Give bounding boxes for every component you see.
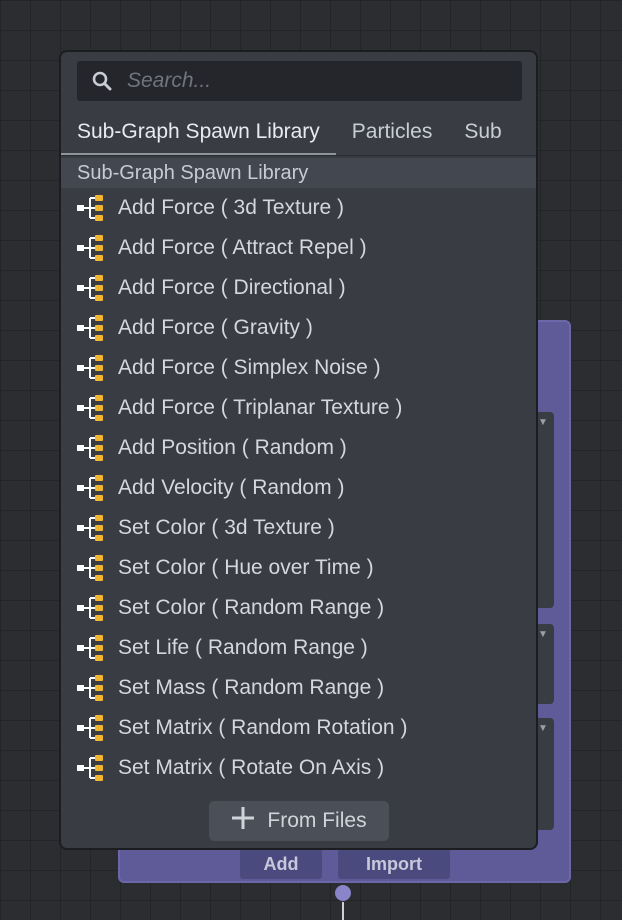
chevron-down-icon[interactable]: ▼ — [538, 724, 548, 734]
subgraph-icon — [76, 273, 118, 303]
list-item[interactable]: Add Position ( Random ) — [61, 428, 536, 468]
chevron-down-icon[interactable]: ▼ — [538, 418, 548, 428]
library-tabs: Sub-Graph Spawn Library Particles Sub — [61, 110, 536, 156]
chevron-down-icon[interactable]: ▼ — [538, 630, 548, 640]
subgraph-icon — [76, 633, 118, 663]
list-item-label: Set Matrix ( Rotate On Axis ) — [118, 756, 385, 779]
subgraph-icon — [76, 313, 118, 343]
search-icon — [77, 61, 127, 101]
list-item-label: Add Force ( 3d Texture ) — [118, 196, 345, 219]
divider — [61, 155, 536, 156]
list-item-label: Set Color ( Hue over Time ) — [118, 556, 374, 579]
output-port[interactable] — [335, 885, 351, 901]
tab-sub[interactable]: Sub — [448, 110, 517, 156]
subgraph-icon — [76, 473, 118, 503]
connection-wire — [342, 902, 344, 920]
list-item[interactable]: Add Force ( Directional ) — [61, 268, 536, 308]
list-item-label: Add Position ( Random ) — [118, 436, 347, 459]
list-item[interactable]: Add Velocity ( Random ) — [61, 468, 536, 508]
subgraph-icon — [76, 233, 118, 263]
subgraph-icon — [76, 353, 118, 383]
list-item-label: Add Force ( Attract Repel ) — [118, 236, 367, 259]
from-files-label: From Files — [267, 809, 367, 832]
list-item[interactable]: Add Force ( Triplanar Texture ) — [61, 388, 536, 428]
list-item-label: Add Force ( Directional ) — [118, 276, 346, 299]
list-item-label: Add Force ( Simplex Noise ) — [118, 356, 381, 379]
subgraph-icon — [76, 713, 118, 743]
list-item[interactable]: Add Force ( Simplex Noise ) — [61, 348, 536, 388]
list-item[interactable]: Add Force ( 3d Texture ) — [61, 188, 536, 228]
plus-icon — [231, 806, 255, 836]
subgraph-icon — [76, 553, 118, 583]
list-item-label: Set Color ( 3d Texture ) — [118, 516, 335, 539]
search-input[interactable] — [127, 69, 507, 93]
list-item-label: Add Force ( Triplanar Texture ) — [118, 396, 403, 419]
list-item-label: Set Mass ( Random Range ) — [118, 676, 385, 699]
list-item[interactable]: Set Mass ( Random Range ) — [61, 668, 536, 708]
search-bar[interactable] — [77, 61, 522, 101]
list-item[interactable]: Add Force ( Attract Repel ) — [61, 228, 536, 268]
subgraph-icon — [76, 593, 118, 623]
list-item[interactable]: Set Color ( 3d Texture ) — [61, 508, 536, 548]
list-item[interactable]: Set Life ( Random Range ) — [61, 628, 536, 668]
list-item[interactable]: Set Color ( Random Range ) — [61, 588, 536, 628]
list-item-label: Add Velocity ( Random ) — [118, 476, 345, 499]
list-item-label: Add Force ( Gravity ) — [118, 316, 313, 339]
library-list: Add Force ( 3d Texture ) Add Force ( Attr… — [61, 188, 536, 788]
list-item-label: Set Life ( Random Range ) — [118, 636, 368, 659]
subgraph-icon — [76, 753, 118, 783]
tab-particles[interactable]: Particles — [336, 110, 449, 156]
subgraph-icon — [76, 513, 118, 543]
subgraph-icon — [76, 433, 118, 463]
spawn-library-popup: Sub-Graph Spawn Library Particles Sub Su… — [59, 50, 538, 850]
list-item[interactable]: Set Matrix ( Rotate On Axis ) — [61, 748, 536, 788]
subgraph-icon — [76, 673, 118, 703]
add-button[interactable]: Add — [240, 849, 322, 879]
list-item-label: Set Color ( Random Range ) — [118, 596, 385, 619]
list-item[interactable]: Set Color ( Hue over Time ) — [61, 548, 536, 588]
tab-sub-graph-spawn-library[interactable]: Sub-Graph Spawn Library — [61, 110, 336, 156]
import-button[interactable]: Import — [338, 849, 450, 879]
list-item[interactable]: Set Matrix ( Random Rotation ) — [61, 708, 536, 748]
list-item[interactable]: Add Force ( Gravity ) — [61, 308, 536, 348]
list-item-label: Set Matrix ( Random Rotation ) — [118, 716, 408, 739]
subgraph-icon — [76, 193, 118, 223]
section-header: Sub-Graph Spawn Library — [61, 158, 536, 188]
from-files-button[interactable]: From Files — [209, 801, 389, 841]
subgraph-icon — [76, 393, 118, 423]
